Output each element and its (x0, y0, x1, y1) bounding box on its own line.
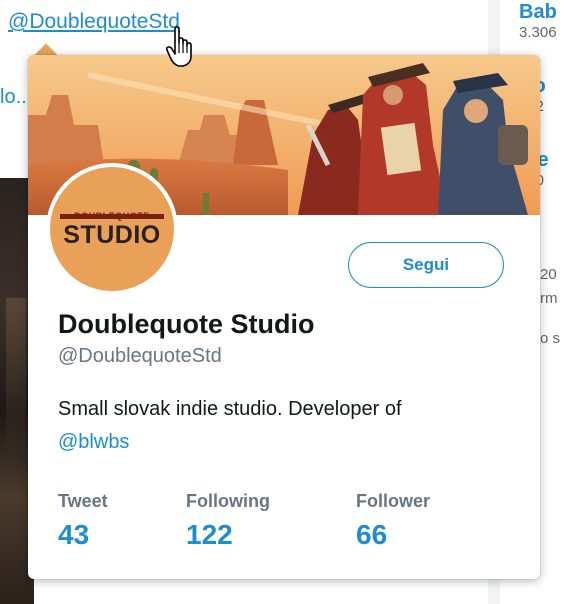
stat-value: 43 (58, 519, 90, 550)
avatar-logo-top-text: DOUBLEQUOTE (74, 211, 150, 221)
tweet-author-link[interactable]: @DoublequoteStd (8, 10, 180, 34)
bio-text: Small slovak indie studio. Developer of (58, 398, 402, 420)
profile-display-name[interactable]: Doublequote Studio (58, 309, 314, 340)
footer-fragment: o s (540, 330, 561, 347)
footer-fragment: rm (540, 290, 558, 307)
stat-followers[interactable]: Follower 66 (356, 490, 430, 552)
truncated-link[interactable]: lo.. (0, 86, 27, 109)
follow-button[interactable]: Segui (348, 242, 504, 288)
trend-count: 3.306 (519, 24, 557, 41)
stat-value: 66 (356, 519, 388, 550)
hand-pointer-cursor-icon (166, 26, 192, 67)
stat-label: Follower (356, 491, 431, 511)
avatar-logo-main-text: STUDIO (63, 221, 161, 249)
profile-avatar[interactable]: DOUBLEQUOTE STUDIO (46, 163, 178, 295)
stat-label: Tweet (58, 491, 108, 511)
stat-value: 122 (186, 519, 233, 550)
twitter-page: @DoublequoteStd lo.. Bab 3.306 Ho 172 We… (0, 0, 564, 604)
trend-item[interactable]: Bab 3.306 (519, 0, 557, 42)
stat-tweets[interactable]: Tweet 43 (58, 490, 108, 552)
footer-fragment: 20 (540, 266, 557, 283)
profile-bio: Small slovak indie studio. Developer of … (58, 393, 518, 459)
trend-name[interactable]: Bab (519, 0, 557, 24)
bio-mention-link[interactable]: @blwbs (58, 431, 129, 453)
profile-handle[interactable]: @DoublequoteStd (58, 345, 222, 368)
stat-following[interactable]: Following 122 (186, 490, 270, 552)
profile-hover-card: DOUBLEQUOTE STUDIO Segui Doublequote Stu… (28, 55, 540, 579)
stat-label: Following (186, 491, 270, 511)
